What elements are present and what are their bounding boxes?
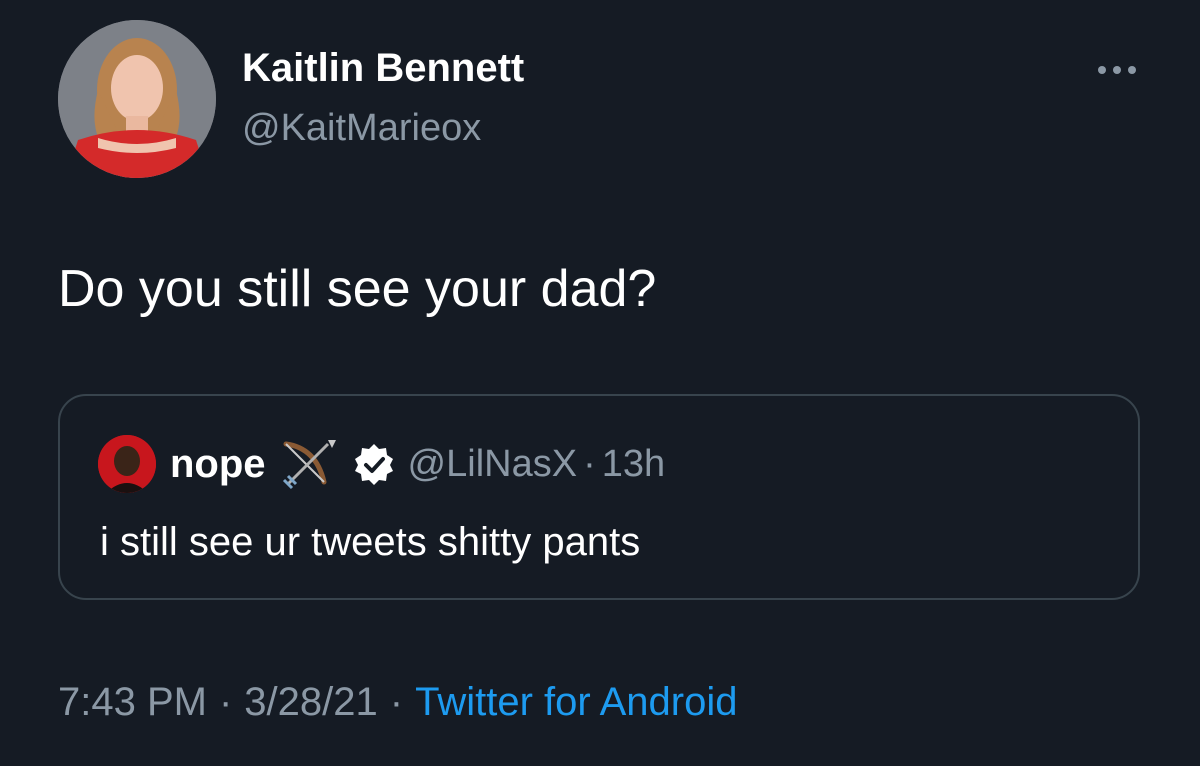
separator-dot: · <box>583 442 596 485</box>
quoted-author-avatar[interactable] <box>98 435 156 493</box>
tweet-text: Do you still see your dad? <box>58 260 657 318</box>
tweet-date[interactable]: 3/28/21 <box>244 680 377 724</box>
separator-dot: · <box>389 680 404 724</box>
verified-badge-icon <box>352 442 396 486</box>
quoted-tweet-card[interactable]: nope @LilNasX · 13h i still see ur tweet… <box>58 394 1140 600</box>
author-display-name[interactable]: Kaitlin Bennett <box>242 44 524 92</box>
separator-dot: · <box>218 680 233 724</box>
tweet-source-link[interactable]: Twitter for Android <box>415 680 737 724</box>
quoted-author-display-name[interactable]: nope <box>170 442 266 487</box>
tweet-time[interactable]: 7:43 PM <box>58 680 207 724</box>
tweet-detail: Kaitlin Bennett @KaitMarieox Do you stil… <box>0 0 1200 766</box>
author-handle[interactable]: @KaitMarieox <box>242 105 481 151</box>
quoted-tweet-age[interactable]: 13h <box>602 443 665 486</box>
quoted-tweet-header: nope @LilNasX · 13h <box>98 435 665 493</box>
author-avatar[interactable] <box>58 20 216 178</box>
author-avatar-image <box>58 20 216 178</box>
tweet-metadata: 7:43 PM · 3/28/21 · Twitter for Android <box>58 676 737 728</box>
bow-and-arrow-icon <box>276 436 340 492</box>
quoted-author-handle[interactable]: @LilNasX <box>408 443 578 486</box>
quoted-tweet-text: i still see ur tweets shitty pants <box>100 520 641 564</box>
more-options-icon[interactable] <box>1094 60 1140 80</box>
